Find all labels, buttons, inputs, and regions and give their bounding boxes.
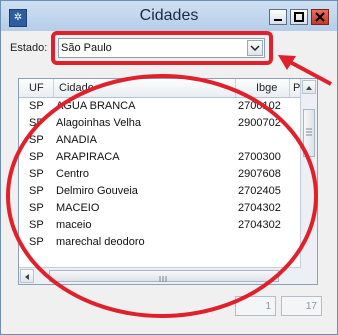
cell-uf: SP bbox=[29, 236, 44, 248]
grid-header: UF Cidade Ibge P bbox=[19, 79, 301, 98]
minimize-icon bbox=[274, 19, 282, 21]
cell-cidade: ANADIA bbox=[56, 134, 97, 146]
vertical-scroll-thumb[interactable] bbox=[303, 109, 315, 157]
table-row[interactable]: SP Alagoinhas Velha 2900702 bbox=[19, 114, 301, 131]
column-header-uf[interactable]: UF bbox=[29, 82, 44, 94]
cell-ibge: 2907608 bbox=[238, 168, 281, 180]
cell-uf: SP bbox=[29, 185, 44, 197]
chevron-up-icon bbox=[306, 86, 312, 90]
estado-select[interactable]: São Paulo bbox=[58, 38, 265, 58]
cell-cidade: Alagoinhas Velha bbox=[56, 117, 142, 129]
grip-icon bbox=[306, 128, 312, 136]
cell-uf: SP bbox=[29, 219, 44, 231]
title-bar[interactable]: ✲ Cidades bbox=[1, 1, 337, 31]
cell-cidade: maceio bbox=[56, 219, 92, 231]
page-current: 1 bbox=[235, 296, 276, 316]
cell-uf: SP bbox=[29, 151, 44, 163]
cell-cidade: Delmiro Gouveia bbox=[56, 185, 138, 197]
close-icon bbox=[315, 12, 325, 22]
column-header-cidade[interactable]: Cidade bbox=[59, 82, 94, 94]
estado-selected-value: São Paulo bbox=[61, 42, 112, 54]
table-row[interactable]: SP marechal deodoro bbox=[19, 233, 301, 250]
grip-icon bbox=[159, 276, 167, 282]
table-row[interactable]: SP ANADIA bbox=[19, 131, 301, 148]
table-row[interactable]: SP AGUA BRANCA 2700102 bbox=[19, 97, 301, 114]
cell-ibge: 2700102 bbox=[238, 100, 281, 112]
table-row[interactable]: SP maceio 2704302 bbox=[19, 216, 301, 233]
cell-ibge: 2700300 bbox=[238, 151, 281, 163]
cell-uf: SP bbox=[29, 100, 44, 112]
cell-cidade: AGUA BRANCA bbox=[56, 100, 136, 112]
column-header-ibge[interactable]: Ibge bbox=[256, 82, 277, 94]
horizontal-scroll-thumb[interactable] bbox=[49, 270, 279, 282]
scroll-corner bbox=[301, 268, 317, 284]
cell-cidade: marechal deodoro bbox=[56, 236, 145, 248]
cell-ibge: 2704302 bbox=[238, 219, 281, 231]
estado-label: Estado: bbox=[10, 42, 48, 54]
vertical-scrollbar[interactable] bbox=[300, 79, 317, 268]
cell-uf: SP bbox=[29, 134, 44, 146]
cell-cidade: MACEIO bbox=[56, 202, 100, 214]
cell-uf: SP bbox=[29, 117, 44, 129]
table-row[interactable]: SP Delmiro Gouveia 2702405 bbox=[19, 182, 301, 199]
table-row[interactable]: SP MACEIO 2704302 bbox=[19, 199, 301, 216]
cell-uf: SP bbox=[29, 202, 44, 214]
chevron-left-icon bbox=[25, 274, 29, 280]
scroll-up-button[interactable] bbox=[302, 80, 316, 94]
table-row[interactable]: SP ARAPIRACA 2700300 bbox=[19, 148, 301, 165]
cell-ibge: 2900702 bbox=[238, 117, 281, 129]
estado-dropdown-button[interactable] bbox=[247, 40, 263, 56]
cell-uf: SP bbox=[29, 168, 44, 180]
cell-ibge: 2702405 bbox=[238, 185, 281, 197]
scroll-left-button[interactable] bbox=[20, 269, 34, 283]
maximize-icon bbox=[294, 12, 304, 22]
cell-cidade: ARAPIRACA bbox=[56, 151, 120, 163]
close-button[interactable] bbox=[311, 9, 329, 25]
minimize-button[interactable] bbox=[269, 9, 287, 25]
chevron-down-icon bbox=[250, 45, 260, 52]
cell-ibge: 2704302 bbox=[238, 202, 281, 214]
cell-cidade: Centro bbox=[56, 168, 90, 180]
maximize-button[interactable] bbox=[290, 9, 308, 25]
cities-grid[interactable]: UF Cidade Ibge P SP AGUA BRANCA 2700102 SP A… bbox=[18, 78, 318, 285]
page-total: 17 bbox=[281, 296, 322, 316]
horizontal-scrollbar[interactable] bbox=[19, 267, 301, 284]
table-row[interactable]: SP Centro 2907608 bbox=[19, 165, 301, 182]
